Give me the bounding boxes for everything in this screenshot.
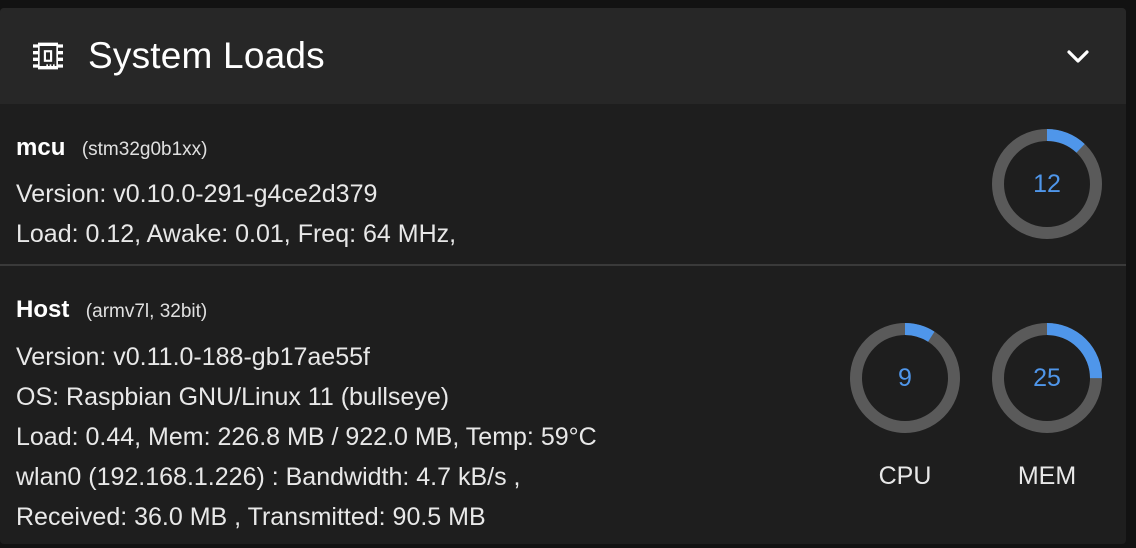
host-section: Host (armv7l, 32bit) Version: v0.11.0-18… bbox=[0, 266, 1126, 544]
host-load: Load: 0.44, Mem: 226.8 MB / 922.0 MB, Te… bbox=[16, 423, 597, 451]
host-name: Host bbox=[16, 296, 70, 323]
host-network: wlan0 (192.168.1.226) : Bandwidth: 4.7 k… bbox=[16, 463, 521, 491]
panel-title: System Loads bbox=[88, 35, 325, 76]
cpu-gauge: 9 bbox=[849, 322, 961, 434]
cpu-gauge-value: 9 bbox=[898, 364, 912, 392]
cpu-gauge-label: CPU bbox=[878, 462, 932, 490]
mcu-name-row: mcu (stm32g0b1xx) bbox=[16, 134, 207, 162]
mcu-chip: (stm32g0b1xx) bbox=[81, 139, 208, 160]
host-os: OS: Raspbian GNU/Linux 11 (bullseye) bbox=[16, 383, 450, 411]
mem-gauge: 25 bbox=[991, 322, 1103, 434]
mem-gauge-value: 25 bbox=[1033, 364, 1061, 392]
mcu-gauge-value: 12 bbox=[1033, 170, 1061, 198]
mcu-load-gauge: 12 bbox=[991, 128, 1103, 240]
chip-icon bbox=[28, 36, 68, 76]
chevron-down-icon[interactable] bbox=[1058, 36, 1098, 76]
host-version: Version: v0.11.0-188-gb17ae55f bbox=[16, 343, 370, 371]
mcu-section: mcu (stm32g0b1xx) Version: v0.10.0-291-g… bbox=[0, 104, 1126, 264]
host-name-row: Host (armv7l, 32bit) bbox=[16, 296, 207, 324]
mcu-version: Version: v0.10.0-291-g4ce2d379 bbox=[16, 180, 378, 208]
host-arch: (armv7l, 32bit) bbox=[85, 301, 208, 322]
mcu-name: mcu bbox=[16, 134, 66, 161]
mcu-load: Load: 0.12, Awake: 0.01, Freq: 64 MHz, bbox=[16, 220, 457, 248]
panel-header[interactable]: System Loads bbox=[0, 8, 1126, 104]
host-traffic: Received: 36.0 MB , Transmitted: 90.5 MB bbox=[16, 503, 486, 531]
system-loads-panel: System Loads mcu (stm32g0b1xx) Version: … bbox=[0, 8, 1126, 544]
mem-gauge-label: MEM bbox=[1017, 462, 1077, 490]
